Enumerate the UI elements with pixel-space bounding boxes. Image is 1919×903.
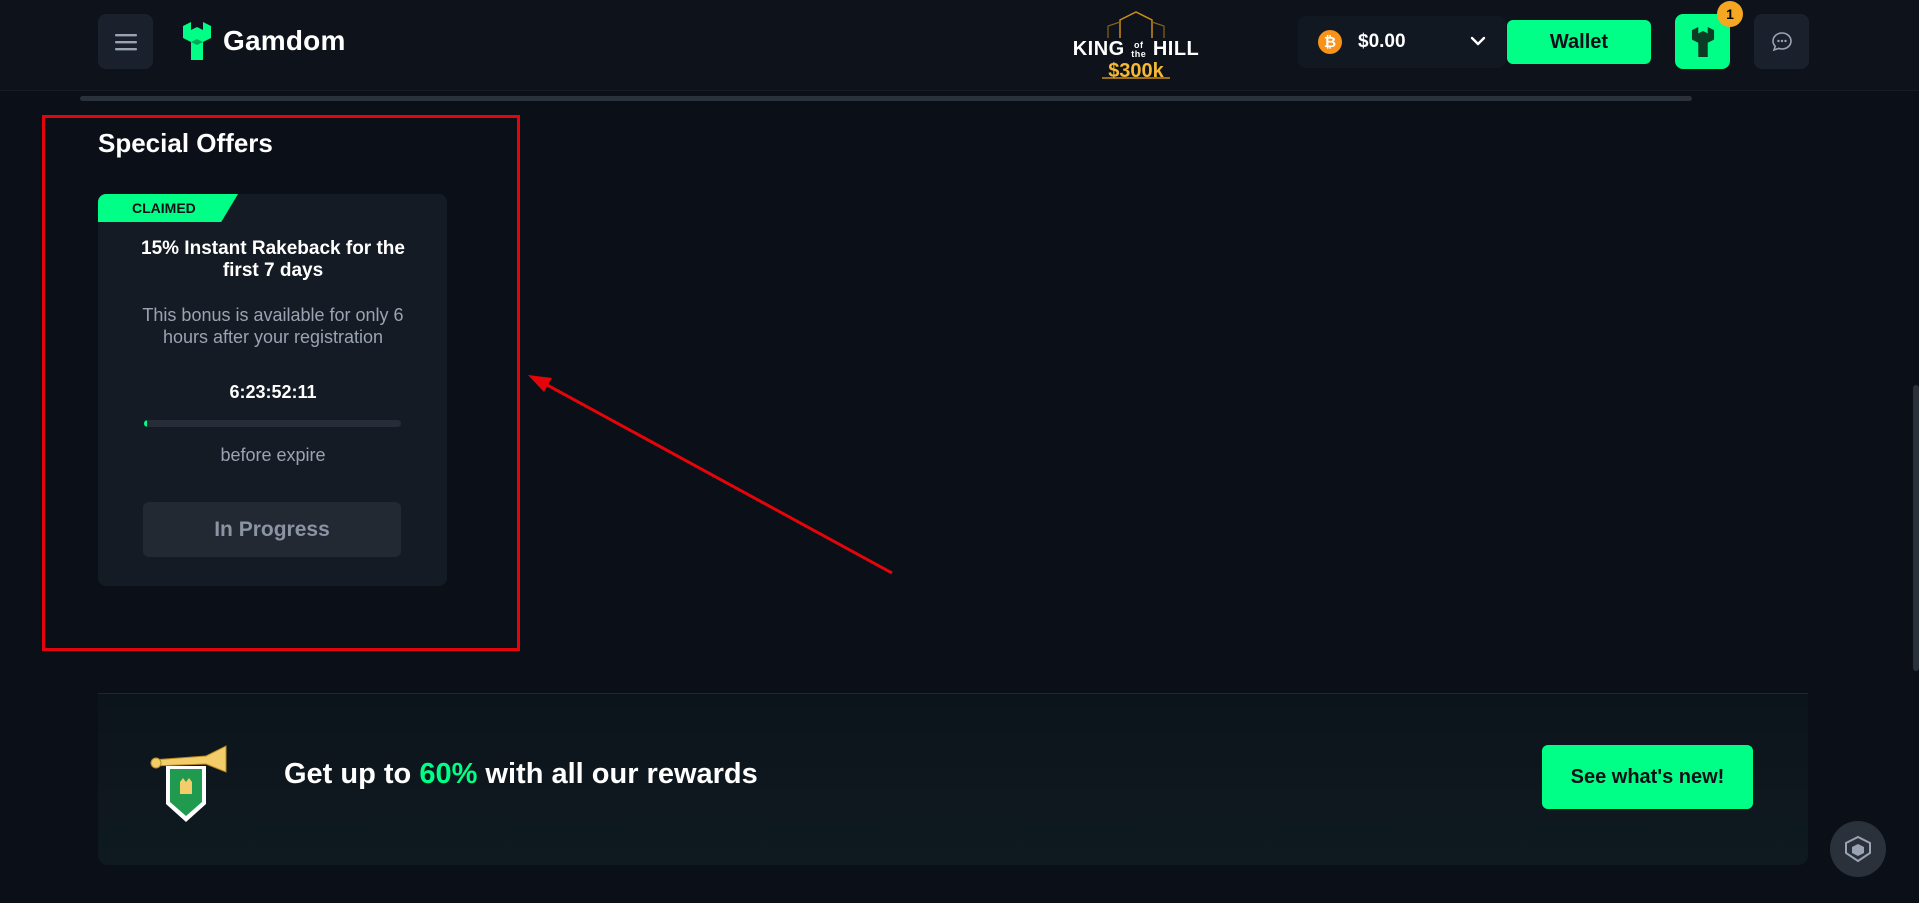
trumpet-banner-icon xyxy=(150,745,227,822)
chevron-down-icon xyxy=(1470,36,1486,46)
bitcoin-icon: ₿ xyxy=(1318,30,1342,54)
chat-icon xyxy=(1771,31,1792,51)
menu-button[interactable] xyxy=(98,14,153,69)
brand-logo[interactable]: Gamdom xyxy=(181,22,346,60)
vertical-scrollbar[interactable] xyxy=(1913,385,1919,671)
balance-amount: $0.00 xyxy=(1358,31,1406,52)
koth-title: KING of the HILL xyxy=(1072,38,1200,60)
castle-icon xyxy=(1691,26,1714,57)
promo-highlight: 60% xyxy=(419,758,478,790)
balance-selector[interactable]: ₿ $0.00 xyxy=(1298,16,1506,68)
king-of-the-hill-promo[interactable]: KING of the HILL $300k xyxy=(1068,8,1204,86)
brand-name: Gamdom xyxy=(223,25,346,56)
notification-badge: 1 xyxy=(1717,1,1743,27)
wallet-button[interactable]: Wallet xyxy=(1507,20,1651,64)
horizontal-scrollbar[interactable] xyxy=(80,96,1692,101)
castle-logo-icon xyxy=(183,22,211,60)
koth-prize: $300k xyxy=(1108,60,1164,82)
see-whats-new-button[interactable]: See what's new! xyxy=(1542,745,1753,809)
hamburger-icon xyxy=(114,33,137,50)
promo-text: Get up to 60% with all our rewards xyxy=(284,758,758,790)
support-button[interactable] xyxy=(1830,821,1886,877)
support-icon xyxy=(1845,835,1871,863)
annotation-highlight-box xyxy=(42,115,520,651)
chat-button[interactable] xyxy=(1754,14,1809,69)
